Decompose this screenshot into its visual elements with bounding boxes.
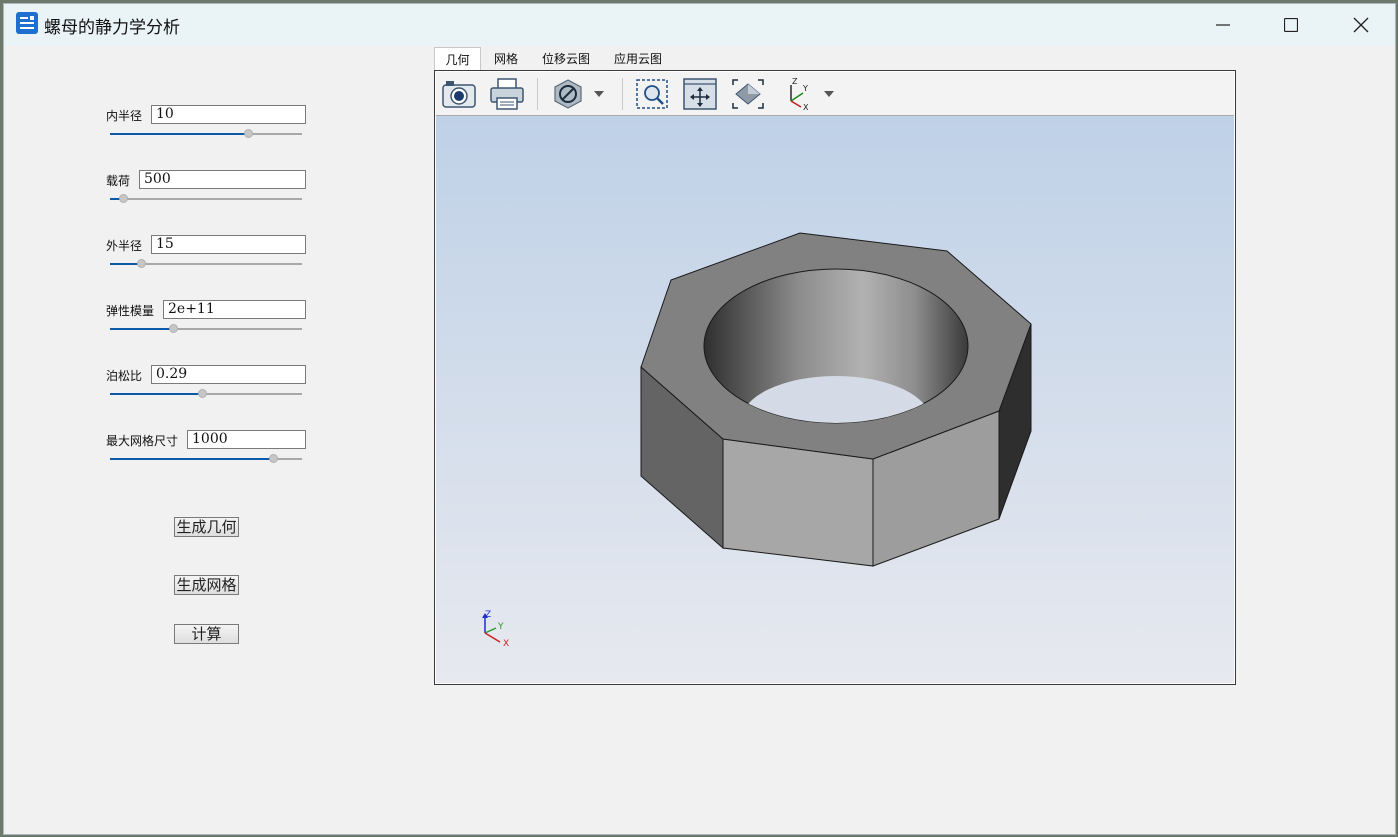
poisson-ratio-slider[interactable] [110, 388, 302, 400]
axis-view-icon: Z Y X [790, 77, 809, 111]
triad-x-label: X [503, 639, 509, 649]
display-mode-dropdown[interactable] [588, 76, 610, 112]
tab-displacement-contour[interactable]: 位移云图 [534, 47, 598, 70]
svg-text:X: X [803, 103, 809, 111]
pan-icon [683, 78, 717, 110]
max-mesh-size-slider[interactable] [110, 453, 302, 465]
app-logo-icon [16, 12, 38, 34]
triad-z-label: Z [485, 610, 491, 620]
minimize-button[interactable] [1188, 4, 1258, 46]
maximize-button[interactable] [1256, 4, 1326, 46]
generate-geometry-button[interactable]: 生成几何 [174, 517, 239, 537]
triad-y-label: Y [497, 622, 504, 632]
zoom-box-button[interactable] [634, 76, 670, 112]
svg-text:Z: Z [792, 77, 798, 86]
fit-view-icon [732, 79, 764, 109]
svg-text:Y: Y [802, 84, 808, 93]
print-icon [490, 78, 524, 110]
close-button[interactable] [1326, 4, 1396, 46]
generate-mesh-button[interactable]: 生成网格 [174, 575, 239, 595]
axis-view-dropdown[interactable] [818, 76, 840, 112]
viewer-toolbar: Z Y X [436, 72, 1234, 116]
display-mode-icon [554, 79, 582, 109]
screenshot-button[interactable] [441, 76, 477, 112]
camera-icon [442, 81, 476, 108]
tab-mesh[interactable]: 网格 [485, 47, 527, 70]
window-title: 螺母的静力学分析 [44, 18, 180, 38]
inner-radius-label: 内半径 [106, 109, 143, 123]
outer-radius-label: 外半径 [106, 239, 143, 253]
title-bar: 螺母的静力学分析 [4, 4, 1395, 46]
max-mesh-size-input[interactable]: 1000 [187, 430, 306, 449]
nut-model: Z Y X [482, 232, 1032, 649]
tab-applied-contour[interactable]: 应用云图 [606, 47, 670, 70]
minimize-icon [1216, 24, 1230, 26]
maximize-icon [1284, 18, 1298, 32]
elastic-modulus-input[interactable]: 2e+11 [163, 300, 306, 319]
load-input[interactable]: 500 [139, 170, 306, 189]
inner-radius-slider[interactable] [110, 128, 302, 140]
print-button[interactable] [489, 76, 525, 112]
axis-triad: Z Y X [482, 610, 509, 649]
load-label: 载荷 [106, 174, 131, 188]
outer-radius-input[interactable]: 15 [151, 235, 306, 254]
close-icon [1353, 17, 1369, 33]
load-slider[interactable] [110, 193, 302, 205]
dropdown-icon [824, 91, 834, 97]
poisson-ratio-label: 泊松比 [106, 369, 143, 383]
inner-radius-input[interactable]: 10 [151, 105, 306, 124]
nut-face-front [722, 438, 874, 567]
3d-viewport[interactable]: Z Y X [436, 116, 1234, 683]
fit-view-button[interactable] [730, 76, 766, 112]
zoom-box-icon [636, 79, 668, 109]
compute-button[interactable]: 计算 [174, 624, 239, 644]
tab-geometry[interactable]: 几何 [434, 47, 481, 70]
dropdown-icon [594, 91, 604, 97]
poisson-ratio-input[interactable]: 0.29 [151, 365, 306, 384]
display-mode-button[interactable] [550, 76, 586, 112]
outer-radius-slider[interactable] [110, 258, 302, 270]
max-mesh-size-label: 最大网格尺寸 [106, 434, 179, 448]
elastic-modulus-label: 弹性模量 [106, 304, 155, 318]
axis-view-button[interactable]: Z Y X [778, 76, 814, 112]
elastic-modulus-slider[interactable] [110, 323, 302, 335]
viewer-panel: Z Y X Z Y X [434, 70, 1236, 685]
pan-button[interactable] [682, 76, 718, 112]
